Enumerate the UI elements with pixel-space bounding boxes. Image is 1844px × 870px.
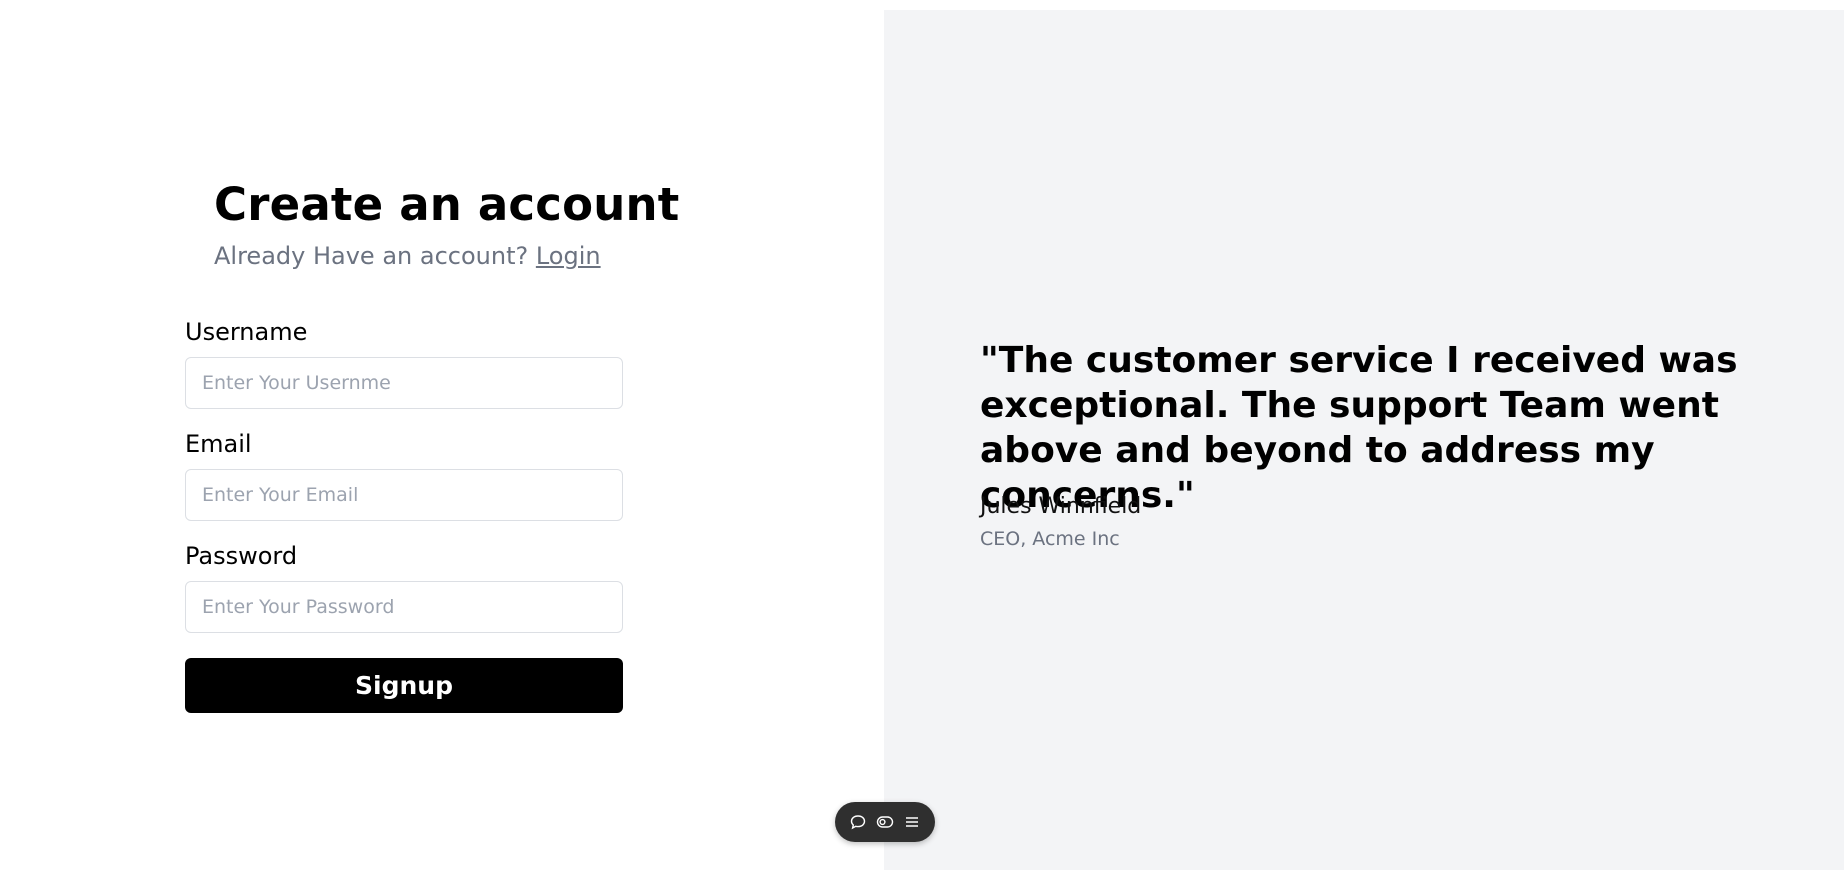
page-title: Create an account <box>214 178 680 231</box>
signup-page: Create an account Already Have an accoun… <box>0 0 1844 870</box>
menu-icon[interactable] <box>900 810 924 834</box>
username-input[interactable] <box>185 357 623 409</box>
login-prompt: Already Have an account? Login <box>214 240 601 272</box>
testimonial-author-title: CEO, Acme Inc <box>980 528 1120 550</box>
comment-icon[interactable] <box>846 810 870 834</box>
login-prompt-text: Already Have an account? <box>214 242 529 270</box>
testimonial-author-name: Jules Winnfield <box>980 494 1142 519</box>
floating-toolbar <box>835 802 935 842</box>
login-link[interactable]: Login <box>536 242 601 270</box>
testimonial-quote: "The customer service I received was exc… <box>980 340 1738 516</box>
password-input[interactable] <box>185 581 623 633</box>
signup-form-panel: Create an account Already Have an accoun… <box>0 0 884 870</box>
email-label: Email <box>185 430 252 458</box>
signup-button[interactable]: Signup <box>185 658 623 713</box>
toggle-icon[interactable] <box>873 810 897 834</box>
testimonial-panel: "The customer service I received was exc… <box>884 10 1844 870</box>
email-input[interactable] <box>185 469 623 521</box>
username-label: Username <box>185 318 308 346</box>
password-label: Password <box>185 542 298 570</box>
